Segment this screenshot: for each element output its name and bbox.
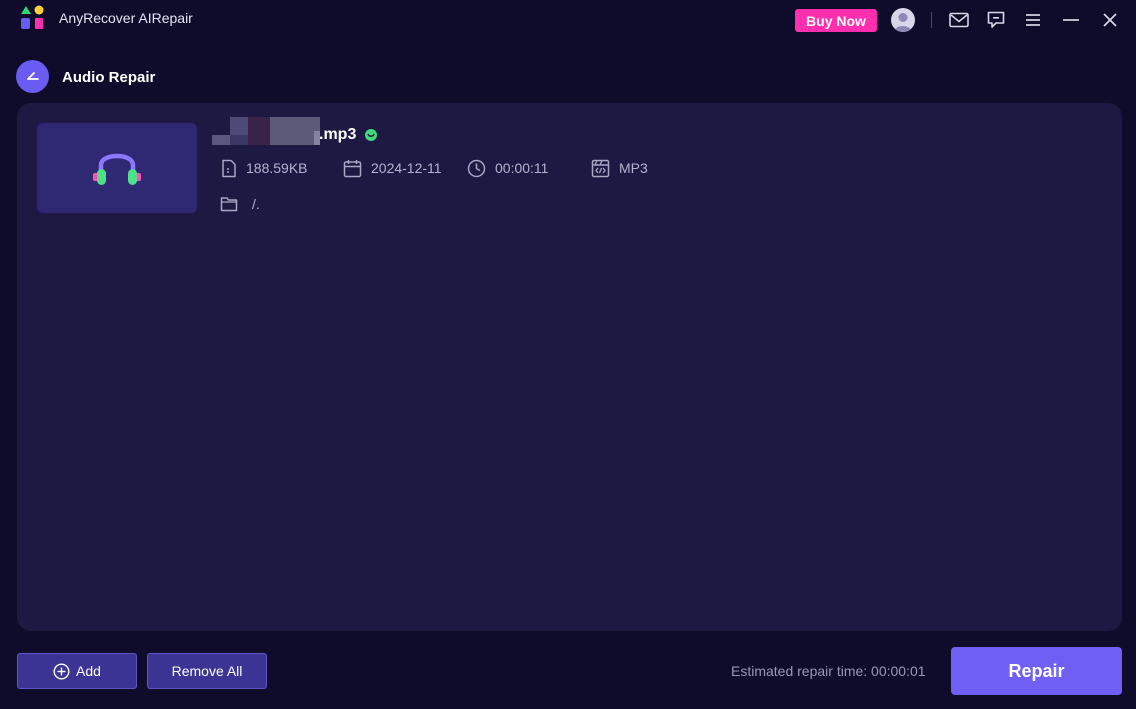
headphones-icon bbox=[93, 153, 141, 185]
file-name-row: .mp3 bbox=[212, 117, 378, 147]
buy-now-button[interactable]: Buy Now bbox=[795, 9, 877, 32]
file-format-meta: MP3 bbox=[591, 158, 648, 178]
file-duration: 00:00:11 bbox=[495, 160, 549, 176]
folder-icon bbox=[220, 197, 238, 212]
mail-icon[interactable] bbox=[949, 10, 969, 30]
file-format: MP3 bbox=[619, 160, 648, 176]
smile-status-icon bbox=[365, 129, 378, 141]
chat-icon[interactable] bbox=[986, 10, 1006, 30]
back-arrow-icon bbox=[26, 71, 39, 80]
file-name: .mp3 bbox=[319, 126, 357, 143]
file-size-meta: 188.59KB bbox=[220, 158, 308, 178]
file-item[interactable]: .mp3 188.59KB 2024-12-11 00:00:11 MP3 /. bbox=[37, 117, 737, 223]
file-list-panel: .mp3 188.59KB 2024-12-11 00:00:11 MP3 /. bbox=[17, 103, 1122, 631]
audio-thumbnail bbox=[37, 123, 197, 213]
file-date: 2024-12-11 bbox=[371, 160, 442, 176]
menu-icon[interactable] bbox=[1023, 10, 1043, 30]
back-button[interactable] bbox=[16, 60, 49, 93]
film-code-icon bbox=[591, 159, 610, 177]
file-size: 188.59KB bbox=[246, 160, 308, 176]
estimated-repair-time: Estimated repair time: 00:00:01 bbox=[731, 663, 926, 679]
close-icon[interactable] bbox=[1100, 10, 1120, 30]
file-path: /. bbox=[252, 196, 260, 212]
add-button[interactable]: Add bbox=[17, 653, 137, 689]
remove-all-button[interactable]: Remove All bbox=[147, 653, 267, 689]
plus-circle-icon bbox=[53, 662, 70, 680]
file-duration-meta: 00:00:11 bbox=[467, 158, 548, 178]
title-divider bbox=[931, 12, 932, 28]
app-title: AnyRecover AIRepair bbox=[59, 10, 193, 26]
app-logo-icon bbox=[21, 5, 44, 29]
user-avatar-icon[interactable] bbox=[891, 8, 915, 32]
file-date-meta: 2024-12-11 bbox=[343, 158, 442, 178]
remove-all-label: Remove All bbox=[171, 663, 243, 679]
user-silhouette-icon bbox=[894, 13, 912, 32]
clock-icon bbox=[467, 159, 486, 177]
page-title: Audio Repair bbox=[62, 69, 156, 86]
redacted-filename-mosaic bbox=[212, 117, 320, 147]
add-button-label: Add bbox=[76, 663, 101, 679]
calendar-icon bbox=[343, 159, 362, 177]
document-icon bbox=[222, 159, 236, 177]
minimize-icon[interactable] bbox=[1061, 10, 1081, 30]
file-path-row: /. bbox=[220, 194, 260, 214]
repair-button[interactable]: Repair bbox=[951, 647, 1122, 695]
title-bar: AnyRecover AIRepair Buy Now bbox=[0, 0, 1136, 40]
